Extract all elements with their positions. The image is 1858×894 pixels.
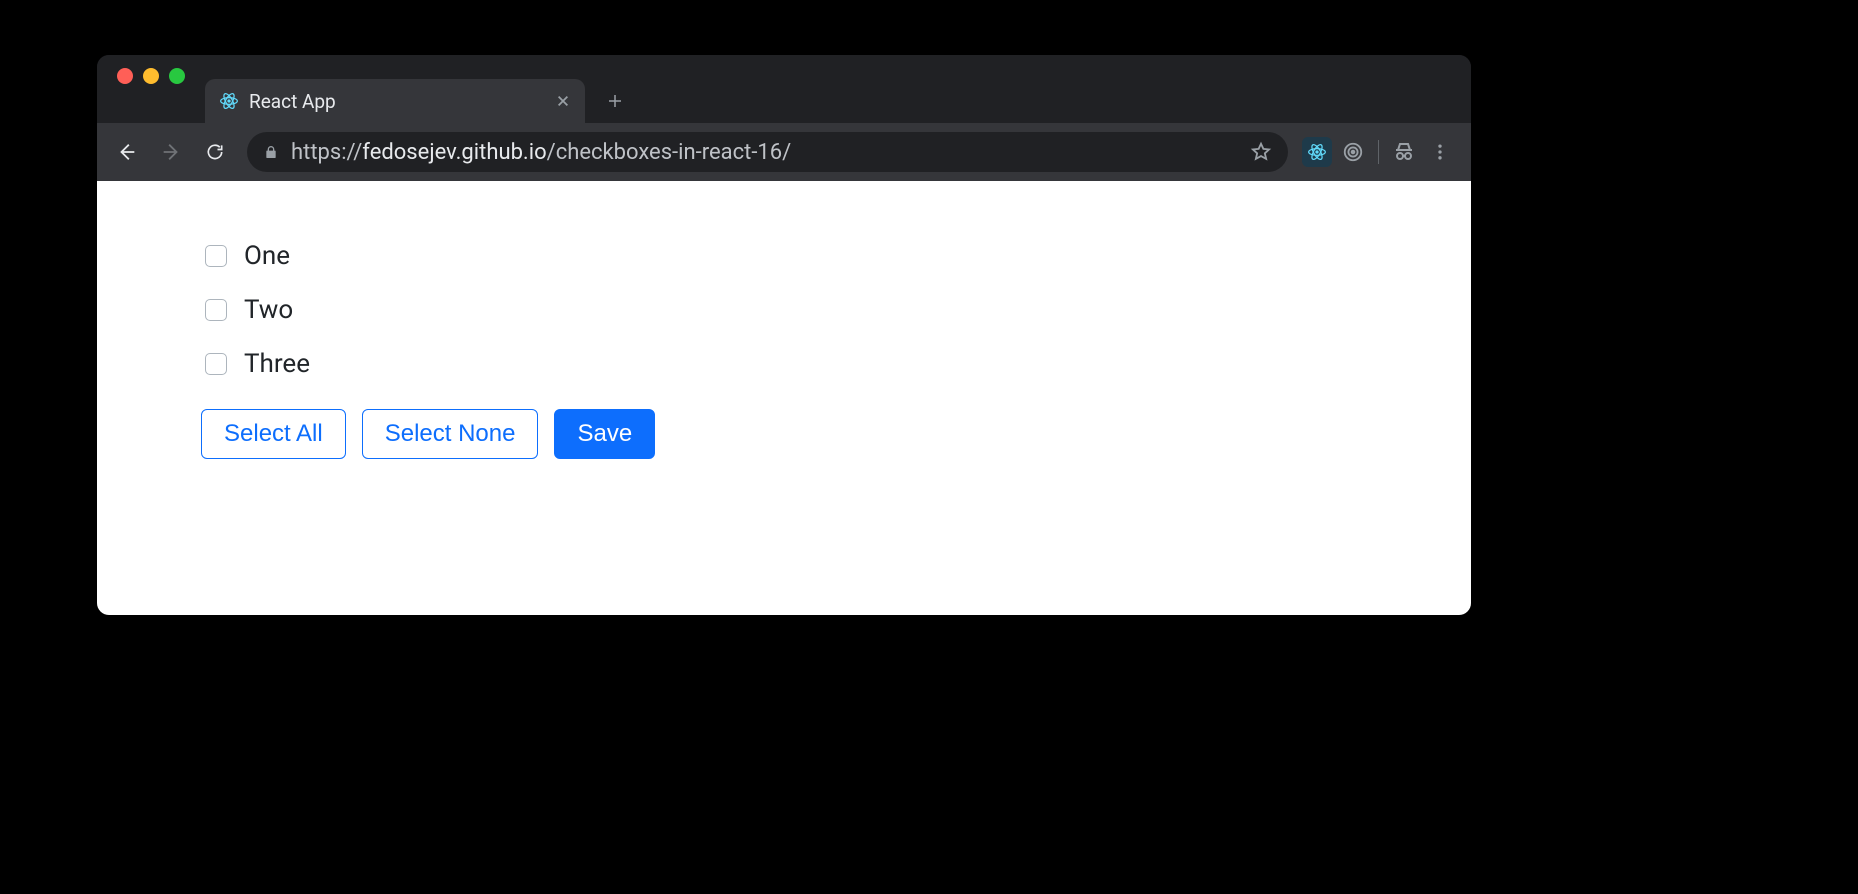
url-scheme: https://	[291, 140, 362, 165]
checkbox-one[interactable]	[205, 245, 227, 267]
react-icon	[219, 91, 239, 111]
forward-button[interactable]	[151, 132, 191, 172]
kebab-menu-icon[interactable]	[1423, 135, 1457, 169]
maximize-window-button[interactable]	[169, 68, 185, 84]
checkbox-label: Three	[244, 349, 310, 379]
browser-window: React App	[97, 55, 1471, 615]
new-tab-button[interactable]	[595, 81, 635, 121]
toolbar-separator	[1378, 140, 1379, 164]
select-all-button[interactable]: Select All	[201, 409, 346, 459]
address-bar[interactable]: https://fedosejev.github.io/checkboxes-i…	[247, 132, 1288, 172]
button-row: Select All Select None Save	[201, 409, 1471, 459]
incognito-icon[interactable]	[1387, 135, 1421, 169]
select-none-button[interactable]: Select None	[362, 409, 539, 459]
react-devtools-extension-icon[interactable]	[1300, 135, 1334, 169]
titlebar: React App	[97, 55, 1471, 123]
window-controls	[111, 55, 205, 123]
toolbar: https://fedosejev.github.io/checkboxes-i…	[97, 123, 1471, 181]
close-window-button[interactable]	[117, 68, 133, 84]
tab-title: React App	[249, 90, 545, 113]
reload-button[interactable]	[195, 132, 235, 172]
browser-tab-active[interactable]: React App	[205, 79, 585, 123]
checkbox-option-one[interactable]: One	[201, 241, 1471, 271]
checkbox-two[interactable]	[205, 299, 227, 321]
checkbox-label: One	[244, 241, 290, 271]
url-path: /checkboxes-in-react-16/	[547, 140, 792, 165]
save-button[interactable]: Save	[554, 409, 655, 459]
url-text: https://fedosejev.github.io/checkboxes-i…	[291, 140, 1238, 165]
minimize-window-button[interactable]	[143, 68, 159, 84]
close-tab-icon[interactable]	[555, 93, 571, 109]
bookmark-star-icon[interactable]	[1250, 141, 1272, 163]
toolbar-right	[1300, 135, 1461, 169]
back-button[interactable]	[107, 132, 147, 172]
checkbox-label: Two	[244, 295, 293, 325]
checkbox-option-three[interactable]: Three	[201, 349, 1471, 379]
tabstrip: React App	[205, 55, 635, 123]
url-host: fedosejev.github.io	[362, 140, 546, 165]
page-content: One Two Three Select All Select None Sav…	[97, 181, 1471, 615]
lock-icon	[263, 144, 279, 160]
checkbox-three[interactable]	[205, 353, 227, 375]
target-extension-icon[interactable]	[1336, 135, 1370, 169]
checkbox-option-two[interactable]: Two	[201, 295, 1471, 325]
